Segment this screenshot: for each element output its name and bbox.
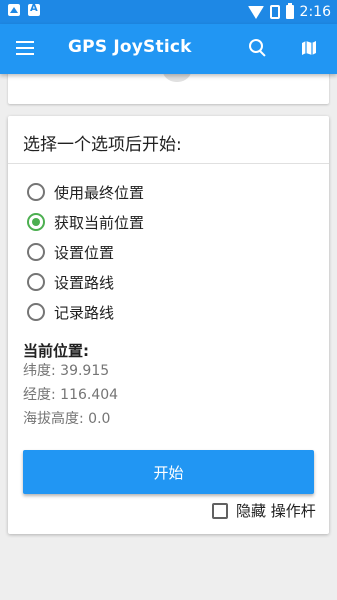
option-label: 使用最终位置 [54,183,145,202]
text-notification-icon [28,3,40,16]
current-position-title: 当前位置: [23,342,89,360]
latitude-value: 纬度: 39.915 [23,363,110,379]
option-label: 记录路线 [54,303,115,322]
divider [8,163,329,164]
start-options-card: 选择一个选项后开始: 使用最终位置 获取当前位置 设置位置 设置路线 记录路线 … [8,116,329,534]
hide-joystick-toggle[interactable]: 隐藏 操作杆 [212,500,316,521]
option-label: 获取当前位置 [54,213,145,232]
radio-button-selected[interactable] [27,213,45,231]
wifi-icon [247,5,264,19]
radio-button[interactable] [27,243,45,261]
radio-button[interactable] [27,303,45,321]
status-time: 2:16 [299,4,331,20]
search-icon[interactable] [249,39,267,57]
altitude-value: 海拔高度: 0.0 [23,411,111,427]
option-set-location[interactable]: 设置位置 [27,240,114,264]
image-notification-icon [8,4,20,16]
radio-button[interactable] [27,183,45,201]
status-bar: 2:16 [0,0,337,24]
hide-joystick-label: 隐藏 操作杆 [236,502,316,520]
no-sim-icon [269,5,280,19]
app-title: GPS JoyStick [68,37,192,57]
option-label: 设置位置 [54,243,115,262]
card-header: 选择一个选项后开始: [23,135,182,155]
battery-icon [285,3,294,19]
option-record-route[interactable]: 记录路线 [27,300,114,324]
map-icon[interactable] [301,40,317,56]
radio-button[interactable] [27,273,45,291]
option-set-route[interactable]: 设置路线 [27,270,114,294]
option-use-last-location[interactable]: 使用最终位置 [27,180,144,204]
app-bar: GPS JoyStick [0,24,337,74]
option-label: 设置路线 [54,273,115,292]
start-button[interactable]: 开始 [23,450,314,494]
longitude-value: 经度: 116.404 [23,387,119,403]
menu-icon[interactable] [16,41,34,55]
hide-joystick-checkbox[interactable] [212,502,228,519]
option-get-current-location[interactable]: 获取当前位置 [27,210,144,234]
